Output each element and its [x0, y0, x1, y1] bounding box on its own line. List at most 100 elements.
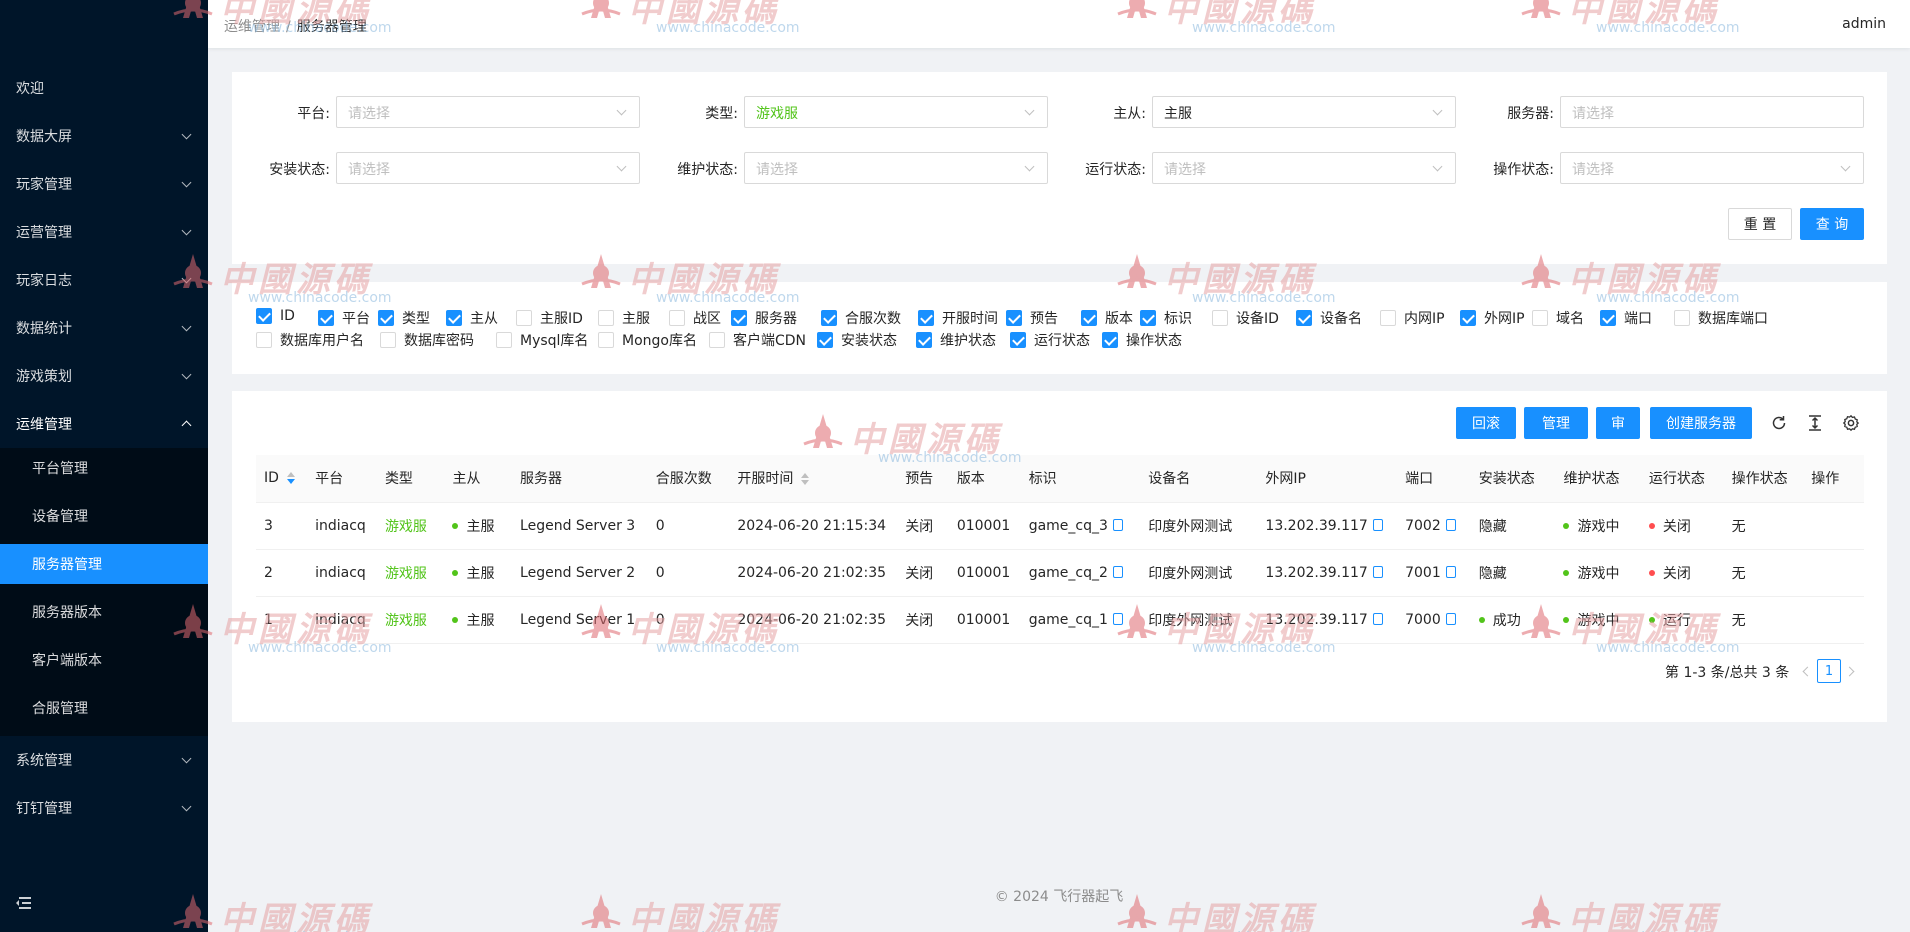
- checkbox-checked-icon[interactable]: [1600, 310, 1616, 326]
- column-toggle-checkbox[interactable]: 操作状态: [1102, 330, 1182, 350]
- column-toggle-checkbox[interactable]: 设备ID: [1212, 308, 1279, 328]
- menu-item-system[interactable]: 系统管理: [0, 736, 208, 784]
- checkbox-checked-icon[interactable]: [916, 332, 932, 348]
- menu-item-welcome[interactable]: 欢迎: [0, 64, 208, 112]
- checkbox-empty-icon[interactable]: [380, 332, 396, 348]
- platform-select[interactable]: 请选择: [336, 96, 640, 128]
- checkbox-checked-icon[interactable]: [446, 310, 462, 326]
- running-status-select[interactable]: 请选择: [1152, 152, 1456, 184]
- maintain-status-select[interactable]: 请选择: [744, 152, 1048, 184]
- user-name[interactable]: admin: [1842, 16, 1886, 32]
- column-header[interactable]: ID: [256, 455, 308, 503]
- checkbox-empty-icon[interactable]: [709, 332, 725, 348]
- checkbox-empty-icon[interactable]: [1212, 310, 1228, 326]
- column-toggle-checkbox[interactable]: ID: [256, 308, 295, 324]
- column-header[interactable]: 开服时间: [729, 455, 898, 503]
- column-toggle-checkbox[interactable]: 端口: [1600, 308, 1652, 328]
- type-select[interactable]: 游戏服: [744, 96, 1048, 128]
- column-height-icon[interactable]: [1806, 414, 1824, 432]
- column-toggle-checkbox[interactable]: 主从: [446, 308, 498, 328]
- checkbox-checked-icon[interactable]: [1006, 310, 1022, 326]
- checkbox-checked-icon[interactable]: [1010, 332, 1026, 348]
- page-1-button[interactable]: 1: [1817, 659, 1841, 683]
- checkbox-checked-icon[interactable]: [918, 310, 934, 326]
- checkbox-checked-icon[interactable]: [1296, 310, 1312, 326]
- menu-item-statistics[interactable]: 数据统计: [0, 304, 208, 352]
- checkbox-checked-icon[interactable]: [817, 332, 833, 348]
- column-toggle-checkbox[interactable]: Mongo库名: [598, 330, 697, 350]
- reload-icon[interactable]: [1770, 414, 1788, 432]
- column-toggle-checkbox[interactable]: 预告: [1006, 308, 1058, 328]
- checkbox-empty-icon[interactable]: [598, 310, 614, 326]
- sort-icon[interactable]: [286, 472, 295, 485]
- menu-fold-icon[interactable]: [16, 896, 32, 910]
- column-toggle-checkbox[interactable]: 版本: [1081, 308, 1133, 328]
- copy-icon[interactable]: [1372, 565, 1383, 578]
- menu-item-dashboard[interactable]: 数据大屏: [0, 112, 208, 160]
- checkbox-checked-icon[interactable]: [318, 310, 334, 326]
- column-toggle-checkbox[interactable]: 服务器: [731, 308, 797, 328]
- checkbox-empty-icon[interactable]: [1380, 310, 1396, 326]
- menu-item-players[interactable]: 玩家管理: [0, 160, 208, 208]
- query-button[interactable]: 查 询: [1800, 208, 1864, 240]
- checkbox-checked-icon[interactable]: [378, 310, 394, 326]
- checkbox-empty-icon[interactable]: [496, 332, 512, 348]
- submenu-item-platforms[interactable]: 平台管理: [0, 448, 208, 488]
- column-toggle-checkbox[interactable]: 数据库用户名: [256, 330, 364, 350]
- column-toggle-checkbox[interactable]: 类型: [378, 308, 430, 328]
- menu-item-game-design[interactable]: 游戏策划: [0, 352, 208, 400]
- submenu-item-client-versions[interactable]: 客户端版本: [0, 640, 208, 680]
- checkbox-checked-icon[interactable]: [256, 308, 272, 324]
- checkbox-empty-icon[interactable]: [598, 332, 614, 348]
- column-toggle-checkbox[interactable]: 域名: [1532, 308, 1584, 328]
- checkbox-empty-icon[interactable]: [1532, 310, 1548, 326]
- column-toggle-checkbox[interactable]: 标识: [1140, 308, 1192, 328]
- copy-icon[interactable]: [1372, 518, 1383, 531]
- column-toggle-checkbox[interactable]: 运行状态: [1010, 330, 1090, 350]
- column-toggle-checkbox[interactable]: 内网IP: [1380, 308, 1445, 328]
- column-toggle-checkbox[interactable]: 安装状态: [817, 330, 897, 350]
- checkbox-empty-icon[interactable]: [256, 332, 272, 348]
- copy-icon[interactable]: [1372, 612, 1383, 625]
- checkbox-empty-icon[interactable]: [1674, 310, 1690, 326]
- checkbox-checked-icon[interactable]: [821, 310, 837, 326]
- submenu-item-server-versions[interactable]: 服务器版本: [0, 592, 208, 632]
- column-toggle-checkbox[interactable]: 维护状态: [916, 330, 996, 350]
- install-status-select[interactable]: 请选择: [336, 152, 640, 184]
- setting-icon[interactable]: [1842, 414, 1860, 432]
- breadcrumb-item[interactable]: 运维管理: [224, 19, 280, 35]
- checkbox-checked-icon[interactable]: [731, 310, 747, 326]
- menu-item-devops[interactable]: 运维管理: [0, 400, 208, 448]
- column-toggle-checkbox[interactable]: 主服: [598, 308, 650, 328]
- checkbox-empty-icon[interactable]: [516, 310, 532, 326]
- menu-item-dingtalk[interactable]: 钉钉管理: [0, 784, 208, 832]
- column-toggle-checkbox[interactable]: 数据库密码: [380, 330, 474, 350]
- column-toggle-checkbox[interactable]: 外网IP: [1460, 308, 1525, 328]
- column-toggle-checkbox[interactable]: 主服ID: [516, 308, 583, 328]
- rollback-button[interactable]: 回滚: [1456, 407, 1516, 439]
- column-toggle-checkbox[interactable]: 合服次数: [821, 308, 901, 328]
- checkbox-checked-icon[interactable]: [1102, 332, 1118, 348]
- server-select[interactable]: 请选择: [1560, 96, 1864, 128]
- checkbox-checked-icon[interactable]: [1460, 310, 1476, 326]
- copy-icon[interactable]: [1445, 612, 1456, 625]
- submenu-item-devices[interactable]: 设备管理: [0, 496, 208, 536]
- copy-icon[interactable]: [1112, 518, 1123, 531]
- menu-item-operations[interactable]: 运营管理: [0, 208, 208, 256]
- column-toggle-checkbox[interactable]: 设备名: [1296, 308, 1362, 328]
- copy-icon[interactable]: [1112, 612, 1123, 625]
- column-toggle-checkbox[interactable]: 平台: [318, 308, 370, 328]
- copy-icon[interactable]: [1445, 565, 1456, 578]
- column-toggle-checkbox[interactable]: 客户端CDN: [709, 330, 806, 350]
- column-toggle-checkbox[interactable]: 开服时间: [918, 308, 998, 328]
- sort-icon[interactable]: [801, 473, 810, 486]
- review-button[interactable]: 审: [1596, 407, 1640, 439]
- menu-item-player-logs[interactable]: 玩家日志: [0, 256, 208, 304]
- checkbox-checked-icon[interactable]: [1081, 310, 1097, 326]
- column-toggle-checkbox[interactable]: Mysql库名: [496, 330, 588, 350]
- manage-button[interactable]: 管理: [1524, 407, 1588, 439]
- role-select[interactable]: 主服: [1152, 96, 1456, 128]
- copy-icon[interactable]: [1112, 565, 1123, 578]
- checkbox-empty-icon[interactable]: [669, 310, 685, 326]
- submenu-item-merge[interactable]: 合服管理: [0, 688, 208, 728]
